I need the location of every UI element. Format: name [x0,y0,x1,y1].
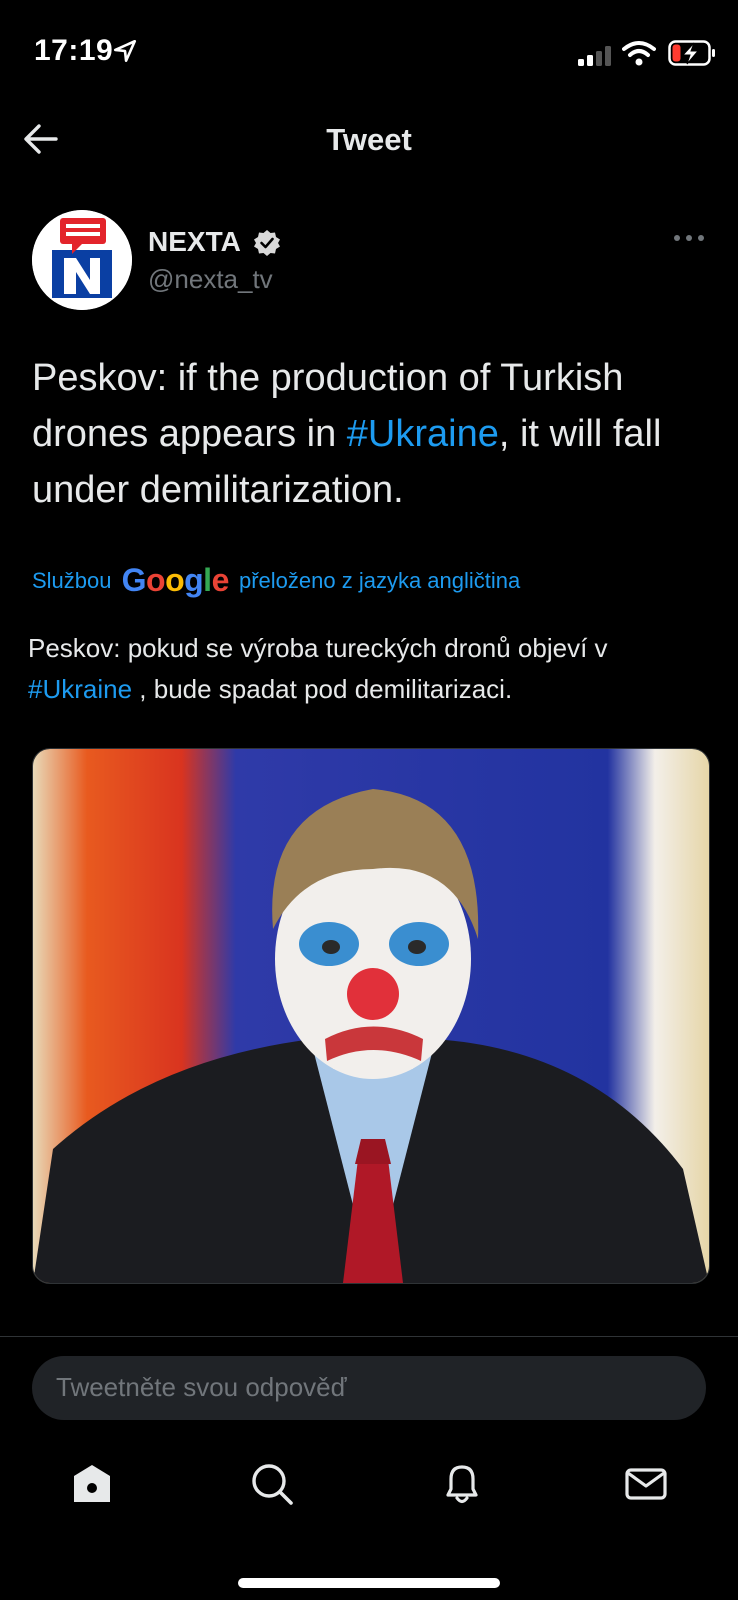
translated-text-part: , bude spadat pod demilitarizaci. [132,674,513,704]
mail-icon[interactable] [624,1462,668,1506]
cellular-signal-icon [578,46,611,66]
page-title: Tweet [326,122,412,157]
translated-text: Peskov: pokud se výroba tureckých dronů … [28,628,718,710]
status-time: 17:19 [34,34,114,67]
author-name[interactable]: NEXTA [148,226,241,258]
home-icon[interactable] [70,1462,114,1506]
battery-charging-icon [668,40,715,66]
hashtag-link[interactable]: #Ukraine [28,674,132,704]
translated-text-part: Peskov: pokud se výroba tureckých dronů … [28,633,608,663]
wifi-icon [622,41,656,66]
google-logo: Google [121,562,230,598]
verified-badge-icon [254,230,280,256]
divider [0,1336,738,1337]
more-options-icon[interactable] [672,232,706,244]
search-icon[interactable] [250,1462,294,1506]
location-arrow-icon [113,39,137,63]
avatar[interactable] [32,210,132,310]
author-handle[interactable]: @nexta_tv [148,264,273,295]
tweet-text: Peskov: if the production of Turkish dro… [32,350,722,518]
translation-prefix: Službou [32,568,112,593]
reply-placeholder: Tweetněte svou odpověď [56,1372,347,1402]
bell-icon[interactable] [440,1462,484,1506]
hashtag-link[interactable]: #Ukraine [347,413,499,455]
translation-attribution[interactable]: Službou Google přeloženo z jazyka anglič… [32,562,520,599]
translation-suffix: přeloženo z jazyka angličtina [238,568,521,593]
tweet-image[interactable] [32,748,710,1284]
home-indicator [238,1578,500,1588]
nexta-logo [32,210,132,310]
